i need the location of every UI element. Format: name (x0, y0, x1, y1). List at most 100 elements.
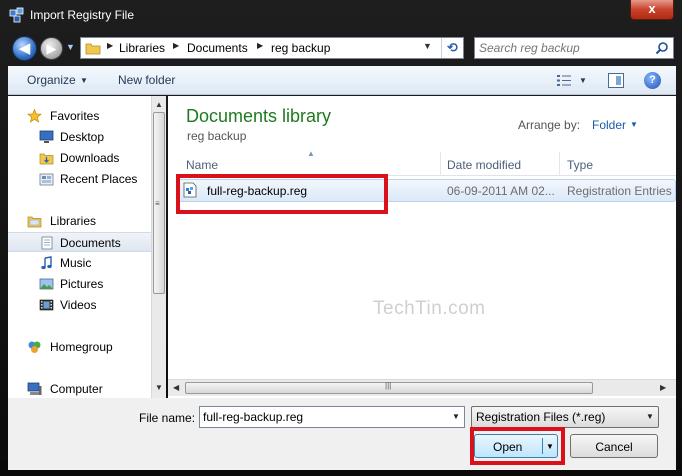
chevron-down-icon: ▼ (66, 42, 75, 52)
music-icon (41, 256, 52, 270)
file-name-field[interactable]: full-reg-backup.reg ▼ (199, 406, 465, 428)
column-name[interactable]: Name (186, 158, 218, 172)
regedit-app-icon (9, 7, 24, 23)
sidebar-item-pictures[interactable]: Pictures (8, 274, 151, 294)
annotation-highlight-box (470, 427, 565, 465)
column-divider[interactable] (559, 152, 560, 176)
chevron-down-icon[interactable]: ▼ (452, 412, 460, 421)
sidebar-item-label: Videos (60, 298, 97, 312)
column-date-modified[interactable]: Date modified (447, 158, 521, 172)
chevron-down-icon[interactable]: ▼ (579, 76, 587, 85)
library-subtitle: reg backup (187, 129, 247, 143)
sidebar-item-label: Desktop (60, 130, 105, 144)
refresh-button[interactable]: ⟲ (441, 38, 463, 58)
sidebar-item-label: Pictures (60, 277, 104, 291)
file-name-label: File name: (139, 411, 196, 425)
sidebar-item-documents[interactable]: Documents (8, 232, 151, 252)
sidebar-item-label: Libraries (50, 214, 97, 228)
sidebar-item-downloads[interactable]: Downloads (8, 148, 151, 168)
help-icon[interactable]: ? (644, 72, 661, 89)
file-list-pane: Documents library reg backup Arrange by:… (168, 96, 676, 398)
search-input[interactable] (479, 40, 649, 56)
organize-button[interactable]: Organize (27, 73, 76, 87)
file-name-value[interactable]: full-reg-backup.reg (203, 410, 303, 424)
navigation-pane: Favorites Desktop Downloads Recent Place… (8, 96, 166, 398)
column-type[interactable]: Type (567, 158, 593, 172)
grip-icon: ||| (385, 381, 392, 390)
cancel-button-label: Cancel (595, 440, 633, 454)
horizontal-scrollbar[interactable]: ◀ ||| ▶ (168, 379, 676, 396)
breadcrumb-separator-icon[interactable]: ▶ (107, 41, 113, 50)
sidebar-item-label: Favorites (50, 109, 100, 123)
sidebar-item-libraries[interactable]: Libraries (8, 211, 151, 231)
sidebar-item-computer[interactable]: Computer (8, 379, 151, 398)
refresh-icon: ⟲ (447, 40, 458, 55)
recent-pages-dropdown[interactable]: ▼ (66, 42, 76, 52)
window-title: Import Registry File (30, 8, 135, 22)
close-button[interactable]: x (630, 0, 674, 20)
chevron-down-icon[interactable]: ▼ (630, 120, 638, 129)
arrange-by-label: Arrange by: (518, 118, 581, 132)
chevron-down-icon[interactable]: ▼ (646, 412, 654, 421)
sidebar-item-label: Downloads (60, 151, 120, 165)
back-arrow-icon: ◀ (18, 40, 31, 57)
file-date-modified: 06-09-2011 AM 02... (447, 184, 555, 198)
views-icon[interactable] (556, 74, 572, 87)
command-toolbar: Organize ▼ New folder ▼ ? (8, 66, 676, 95)
cancel-button[interactable]: Cancel (570, 434, 658, 458)
breadcrumb-separator-icon[interactable]: ▶ (173, 41, 179, 50)
breadcrumb-separator-icon[interactable]: ▶ (257, 41, 263, 50)
scroll-right-icon[interactable]: ▶ (660, 383, 666, 392)
sidebar-item-label: Documents (60, 236, 121, 250)
search-box[interactable] (474, 37, 674, 59)
arrange-by-dropdown[interactable]: Folder (592, 118, 626, 132)
search-icon[interactable] (655, 41, 669, 55)
chevron-down-icon[interactable]: ▼ (80, 76, 88, 85)
grip-icon: ≡ (155, 199, 160, 208)
back-button[interactable]: ◀ (12, 36, 37, 61)
scroll-left-icon[interactable]: ◀ (173, 383, 179, 392)
file-type-value: Registration Files (*.reg) (476, 410, 606, 424)
sidebar-item-videos[interactable]: Videos (8, 295, 151, 315)
import-registry-dialog: Import Registry File x ◀ ▶ ▼ ▶ Libraries… (0, 0, 682, 476)
scroll-down-icon[interactable]: ▼ (155, 383, 163, 392)
address-bar[interactable]: ▶ Libraries ▶ Documents ▶ reg backup ▼ ⟲ (80, 37, 464, 59)
forward-button[interactable]: ▶ (40, 37, 63, 60)
title-bar: Import Registry File x (0, 0, 682, 30)
sidebar-item-label: Music (60, 256, 92, 270)
column-divider[interactable] (440, 152, 441, 176)
sidebar-item-label: Recent Places (60, 172, 138, 186)
scrollbar-thumb[interactable]: ||| (185, 381, 593, 394)
close-icon: x (648, 1, 656, 16)
column-header: ▲ Name Date modified Type (176, 149, 676, 176)
file-type: Registration Entries (567, 184, 672, 198)
folder-icon (85, 43, 101, 55)
sidebar-item-label: Homegroup (50, 340, 113, 354)
sidebar-item-music[interactable]: Music (8, 253, 151, 273)
desktop-icon (39, 130, 54, 143)
sidebar-item-desktop[interactable]: Desktop (8, 127, 151, 147)
recent-places-icon (39, 173, 54, 186)
scrollbar-thumb[interactable]: ≡ (153, 112, 165, 294)
sidebar-item-homegroup[interactable]: Homegroup (8, 337, 151, 357)
annotation-highlight-box (176, 174, 388, 214)
breadcrumb-libraries[interactable]: Libraries (119, 41, 165, 55)
sidebar-item-recent-places[interactable]: Recent Places (8, 169, 151, 189)
sidebar-item-favorites[interactable]: Favorites (8, 106, 151, 126)
videos-icon (39, 299, 54, 311)
breadcrumb-reg-backup[interactable]: reg backup (271, 41, 330, 55)
computer-icon (27, 382, 42, 395)
forward-arrow-icon: ▶ (46, 41, 57, 56)
libraries-icon (27, 216, 42, 228)
preview-pane-icon[interactable] (608, 73, 624, 88)
library-title: Documents library (186, 106, 332, 126)
chevron-down-icon[interactable]: ▼ (423, 41, 432, 51)
navigation-scrollbar[interactable]: ▲ ≡ ▼ (151, 96, 166, 398)
scroll-up-icon[interactable]: ▲ (155, 100, 163, 109)
new-folder-button[interactable]: New folder (118, 73, 175, 87)
file-type-select[interactable]: Registration Files (*.reg) ▼ (471, 406, 659, 428)
breadcrumb-documents[interactable]: Documents (187, 41, 248, 55)
sort-ascending-icon: ▲ (307, 149, 315, 158)
homegroup-icon (28, 341, 41, 353)
downloads-folder-icon (39, 153, 54, 165)
